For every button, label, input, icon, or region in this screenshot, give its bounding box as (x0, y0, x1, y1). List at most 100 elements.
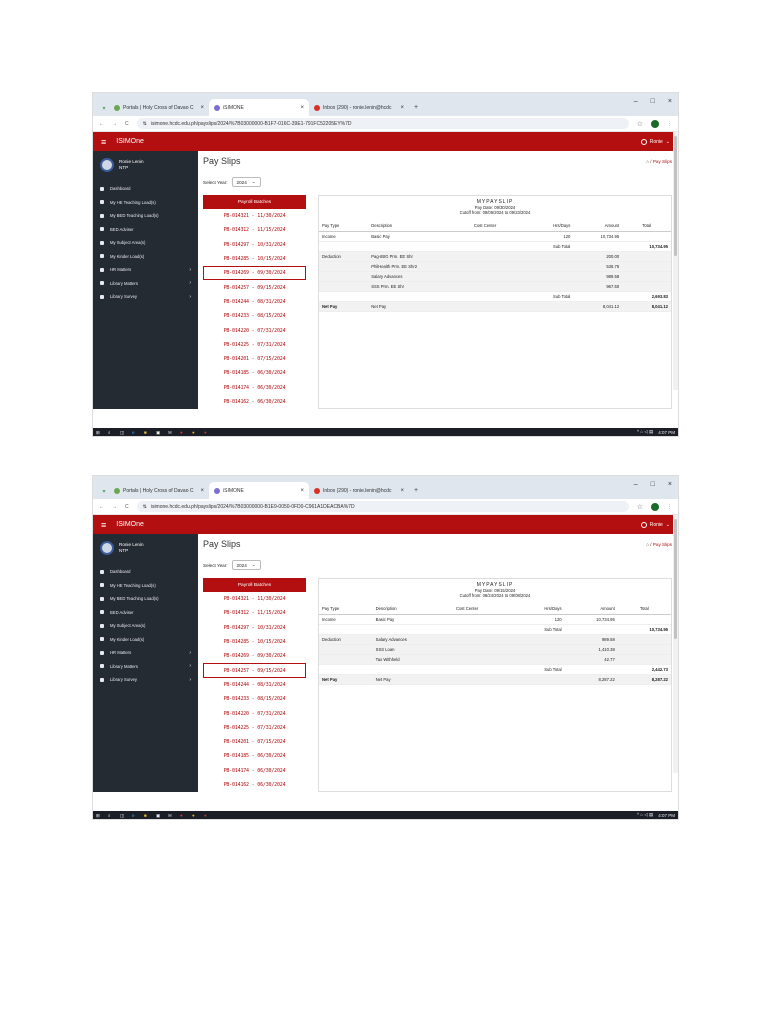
payroll-batch-link[interactable]: PB-014321 - 11/30/2024 (203, 209, 306, 223)
store-icon[interactable]: ▣ (156, 813, 161, 818)
app-icon[interactable]: ● (204, 813, 209, 818)
payroll-batch-link[interactable]: PB-014233 - 08/15/2024 (203, 309, 306, 323)
mail-icon[interactable]: ✉ (168, 813, 173, 818)
kebab-menu-icon[interactable]: ⋮ (667, 121, 672, 127)
payroll-batch-link[interactable]: PB-014201 - 07/15/2024 (203, 735, 306, 749)
scrollbar-thumb[interactable] (674, 136, 677, 256)
close-window-icon[interactable]: × (668, 481, 672, 488)
browser-tab-isimone[interactable]: iSIMONE × (209, 99, 309, 116)
scrollbar-thumb[interactable] (674, 519, 677, 639)
year-select[interactable]: 2024 ⌄ (231, 177, 261, 187)
site-info-icon[interactable]: ⇅ (143, 504, 147, 510)
close-icon[interactable]: × (200, 105, 204, 111)
payroll-batch-link[interactable]: PB-014225 - 07/31/2024 (203, 721, 306, 735)
sidebar-item[interactable]: HR Matters › (93, 646, 198, 660)
sidebar-item[interactable]: Library Matters › (93, 660, 198, 674)
opera-icon[interactable]: ● (180, 813, 185, 818)
folder-icon[interactable]: ■ (144, 813, 149, 818)
sidebar-item[interactable]: Library Matters › (93, 277, 198, 291)
browser-tab-inbox[interactable]: Inbox (290) - ronie.lenin@hcdc × (309, 99, 409, 116)
search-icon[interactable]: ⌕ (108, 430, 113, 435)
sidebar-item[interactable]: Library Survey › (93, 290, 198, 304)
payroll-batch-link[interactable]: PB-014285 - 10/15/2024 (203, 252, 306, 266)
scrollbar[interactable] (673, 515, 678, 773)
payroll-batch-link[interactable]: PB-014312 - 11/15/2024 (203, 223, 306, 237)
star-icon[interactable]: ☆ (637, 120, 643, 128)
user-menu[interactable]: Ronie ⌄ (640, 138, 670, 145)
browser-tab-portals[interactable]: Portals | Holy Cross of Davao C × (109, 482, 209, 499)
payroll-batch-link[interactable]: PB-014297 - 10/31/2024 (203, 621, 306, 635)
reload-icon[interactable]: C (125, 504, 129, 510)
scrollbar[interactable] (673, 132, 678, 390)
opera-icon[interactable]: ● (180, 430, 185, 435)
maximize-icon[interactable]: □ (651, 481, 655, 488)
sidebar-item[interactable]: HR Matters › (93, 263, 198, 277)
system-tray-icon[interactable]: ^ ⌂ ◁ ▤ (637, 429, 653, 435)
app-icon[interactable]: ● (204, 430, 209, 435)
home-icon[interactable]: ⌂ (646, 542, 649, 547)
sidebar-item[interactable]: Dashboard (93, 182, 198, 196)
payroll-batch-link[interactable]: PB-014162 - 06/30/2024 (203, 778, 306, 792)
reload-icon[interactable]: C (125, 121, 129, 127)
hamburger-menu-icon[interactable]: ≡ (101, 520, 106, 530)
sidebar-item[interactable]: Library Survey › (93, 673, 198, 687)
url-field[interactable]: ⇅ isimone.hcdc.edu.ph/payslips/2024/%7B0… (136, 118, 629, 129)
sidebar-item[interactable]: My Subject Area(s) (93, 619, 198, 633)
payroll-batch-link[interactable]: PB-014257 - 09/15/2024 (203, 280, 306, 294)
browser-tab-isimone[interactable]: iSIMONE × (209, 482, 309, 499)
hamburger-menu-icon[interactable]: ≡ (101, 137, 106, 147)
sidebar-item[interactable]: Dashboard (93, 565, 198, 579)
payroll-batch-link[interactable]: PB-014225 - 07/31/2024 (203, 338, 306, 352)
sidebar-item[interactable]: My BED Teaching Load(s) (93, 592, 198, 606)
payroll-batch-link[interactable]: PB-014321 - 11/30/2024 (203, 592, 306, 606)
chrome-icon[interactable]: ● (192, 430, 197, 435)
close-icon[interactable]: × (300, 105, 304, 111)
tab-search-icon[interactable]: ▾ (99, 483, 109, 499)
browser-tab-inbox[interactable]: Inbox (290) - ronie.lenin@hcdc × (309, 482, 409, 499)
windows-start-icon[interactable]: ⊞ (96, 430, 101, 435)
payroll-batch-link[interactable]: PB-014257 - 09/15/2024 (203, 663, 306, 678)
arrow-right-icon[interactable]: → (112, 504, 117, 510)
payroll-batch-link[interactable]: PB-014174 - 06/30/2024 (203, 381, 306, 395)
sidebar-item[interactable]: My Kinder Load(s) (93, 250, 198, 264)
windows-start-icon[interactable]: ⊞ (96, 813, 101, 818)
url-field[interactable]: ⇅ isimone.hcdc.edu.ph/payslips/2024/%7B0… (136, 501, 629, 512)
payroll-batch-link[interactable]: PB-014174 - 06/30/2024 (203, 764, 306, 778)
sidebar-item[interactable]: My HE Teaching Load(s) (93, 579, 198, 593)
sidebar-item[interactable]: My HE Teaching Load(s) (93, 196, 198, 210)
close-icon[interactable]: × (400, 105, 404, 111)
system-tray-icon[interactable]: ^ ⌂ ◁ ▤ (637, 812, 653, 818)
sidebar-item[interactable]: My Subject Area(s) (93, 236, 198, 250)
payroll-batch-link[interactable]: PB-014233 - 08/15/2024 (203, 692, 306, 706)
breadcrumb-current[interactable]: Pay Slips (653, 542, 672, 547)
maximize-icon[interactable]: □ (651, 98, 655, 105)
payroll-batch-link[interactable]: PB-014244 - 08/31/2024 (203, 295, 306, 309)
payroll-batch-link[interactable]: PB-014269 - 09/30/2024 (203, 649, 306, 663)
task-view-icon[interactable]: ◫ (120, 430, 125, 435)
search-icon[interactable]: ⌕ (108, 813, 113, 818)
profile-avatar-icon[interactable] (651, 502, 659, 511)
payroll-batch-link[interactable]: PB-014185 - 06/30/2024 (203, 749, 306, 763)
new-tab-button[interactable]: + (409, 99, 423, 116)
payroll-batch-link[interactable]: PB-014201 - 07/15/2024 (203, 352, 306, 366)
star-icon[interactable]: ☆ (637, 503, 643, 511)
folder-icon[interactable]: ■ (144, 430, 149, 435)
store-icon[interactable]: ▣ (156, 430, 161, 435)
payroll-batch-link[interactable]: PB-014162 - 06/30/2024 (203, 395, 306, 409)
chrome-icon[interactable]: ● (192, 813, 197, 818)
payroll-batch-link[interactable]: PB-014220 - 07/31/2024 (203, 706, 306, 720)
task-view-icon[interactable]: ◫ (120, 813, 125, 818)
breadcrumb-current[interactable]: Pay Slips (653, 159, 672, 164)
sidebar-item[interactable]: My BED Teaching Load(s) (93, 209, 198, 223)
arrow-left-icon[interactable]: ← (99, 504, 104, 510)
arrow-left-icon[interactable]: ← (99, 121, 104, 127)
payroll-batch-link[interactable]: PB-014312 - 11/15/2024 (203, 606, 306, 620)
payroll-batch-link[interactable]: PB-014269 - 09/30/2024 (203, 266, 306, 281)
payroll-batch-link[interactable]: PB-014220 - 07/31/2024 (203, 323, 306, 337)
arrow-right-icon[interactable]: → (112, 121, 117, 127)
close-window-icon[interactable]: × (668, 98, 672, 105)
mail-icon[interactable]: ✉ (168, 430, 173, 435)
sidebar-item[interactable]: BED Adviser (93, 606, 198, 620)
sidebar-item[interactable]: BED Adviser (93, 223, 198, 237)
new-tab-button[interactable]: + (409, 482, 423, 499)
